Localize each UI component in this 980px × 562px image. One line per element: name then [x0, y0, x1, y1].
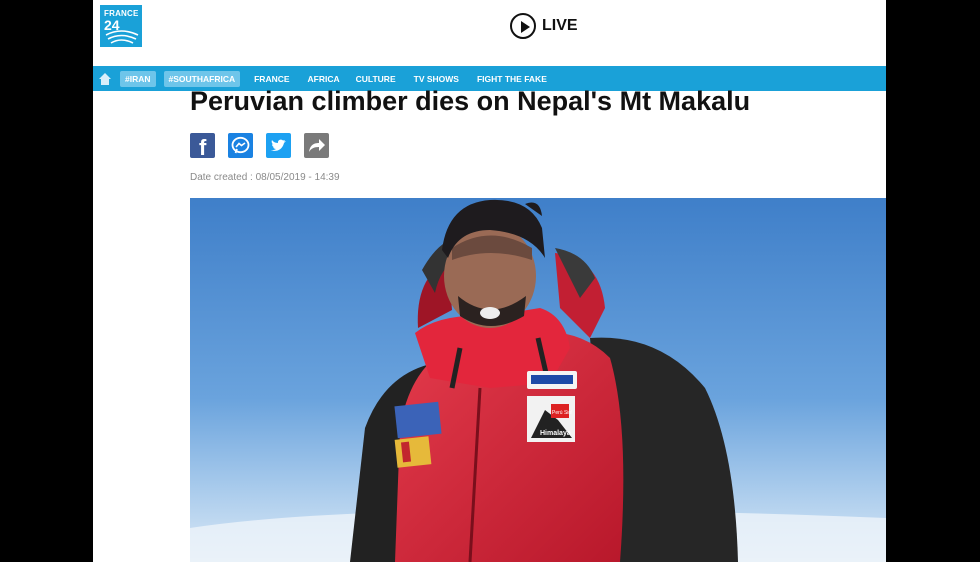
top-bar: FRANCE 24 LIVE — [93, 0, 886, 64]
play-icon — [510, 13, 536, 39]
facebook-icon[interactable]: f — [190, 133, 215, 158]
nav-tag-southafrica[interactable]: #SOUTHAFRICA — [163, 70, 241, 87]
france24-logo[interactable]: FRANCE 24 — [100, 5, 142, 47]
article-photo: Himalaya Perú Sin! — [190, 198, 886, 562]
logo-waves-icon — [105, 30, 139, 44]
nav-item-france[interactable]: FRANCE — [254, 74, 289, 84]
date-created: Date created : 08/05/2019 - 14:39 — [190, 172, 340, 183]
live-button[interactable]: LIVE — [510, 10, 578, 42]
article-title: Peruvian climber dies on Nepal's Mt Maka… — [190, 86, 751, 116]
share-icon[interactable] — [304, 133, 329, 158]
patch-text: Himalaya — [540, 430, 571, 437]
patch-subtext: Perú Sin! — [552, 410, 573, 416]
nav-item-tv-shows[interactable]: TV SHOWS — [414, 74, 459, 84]
nav-item-africa[interactable]: AFRICA — [308, 74, 340, 84]
home-icon[interactable] — [99, 72, 111, 85]
article-page: FRANCE 24 LIVE #IRAN #SOUTHAFRICA FRANCE… — [93, 0, 886, 562]
share-bar: f — [190, 133, 329, 158]
twitter-icon[interactable] — [266, 133, 291, 158]
nav-tag-iran[interactable]: #IRAN — [120, 70, 156, 87]
messenger-icon[interactable] — [228, 133, 253, 158]
live-label: LIVE — [542, 17, 578, 34]
nav-item-culture[interactable]: CULTURE — [356, 74, 396, 84]
nav-item-fight-the-fake[interactable]: FIGHT THE FAKE — [477, 74, 547, 84]
